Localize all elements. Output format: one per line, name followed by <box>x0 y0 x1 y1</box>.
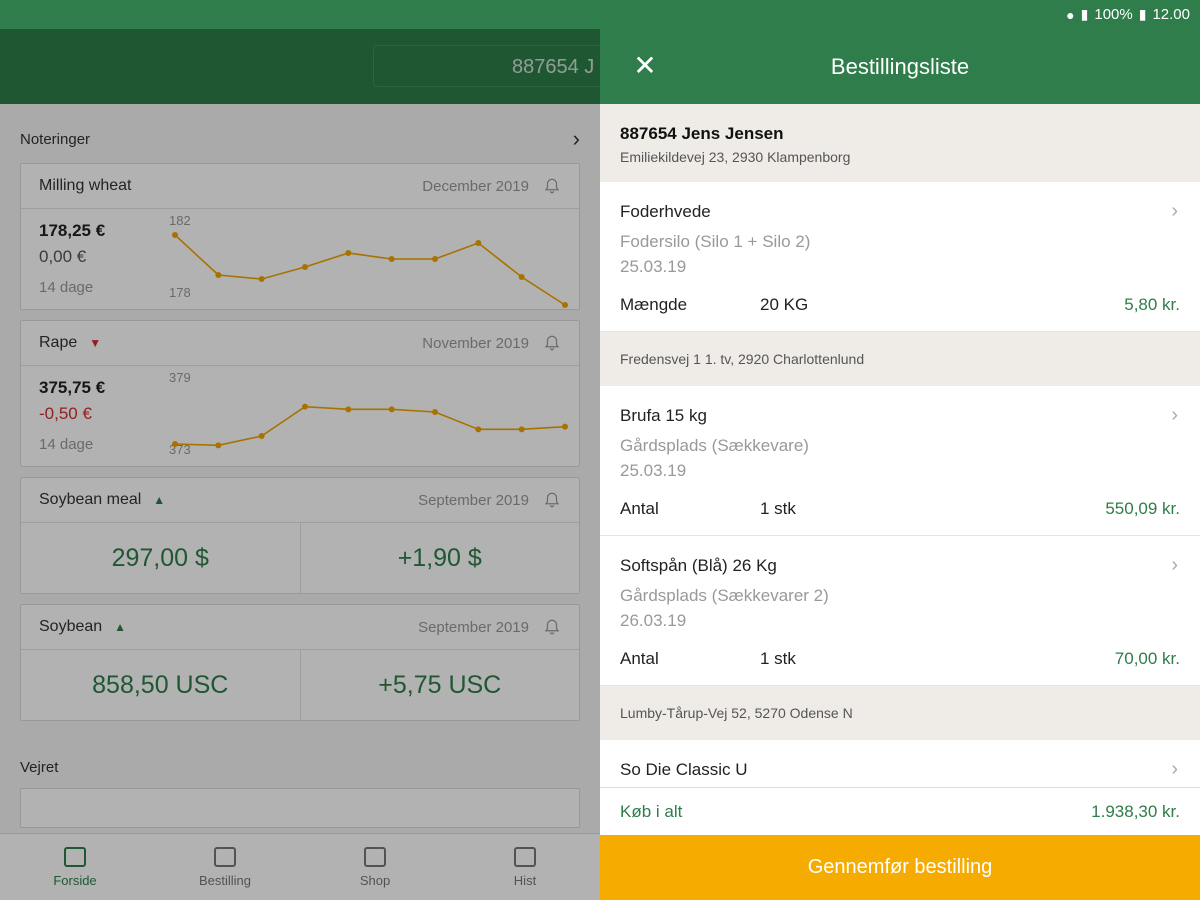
item-price: 70,00 kr. <box>1114 649 1180 668</box>
item-name: Brufa 15 kg <box>620 406 707 425</box>
quantity-value: 20 KG <box>760 295 809 314</box>
order-item[interactable]: Softspån (Blå) 26 Kg Gårdsplads (Sækkeva… <box>600 536 1200 686</box>
item-quantity-row: Mængde 20 KG 5,80 kr. <box>620 295 1180 315</box>
item-price: 5,80 kr. <box>1124 295 1180 314</box>
total-label: Køb i alt <box>620 801 683 821</box>
customer-address: Emiliekildevej 23, 2930 Klampenborg <box>620 149 851 165</box>
item-location: Gårdsplads (Sækkevare) <box>620 436 809 455</box>
item-price: 550,09 kr. <box>1105 499 1180 518</box>
delivery-address-header: Fredensvej 1 1. tv, 2920 Charlottenlund <box>600 332 1200 386</box>
item-date: 25.03.19 <box>620 461 687 480</box>
status-bar: ● ▮ 100% ▮ 12.00 <box>0 0 1200 29</box>
location-icon: ● <box>1066 6 1075 23</box>
item-quantity-row: Antal 1 stk 550,09 kr. <box>620 499 1180 519</box>
complete-order-button[interactable]: Gennemfør bestilling <box>600 835 1200 900</box>
close-icon[interactable]: ✕ <box>630 51 660 81</box>
drawer-title: Bestillingsliste <box>830 53 970 79</box>
item-date: 25.03.19 <box>620 257 687 276</box>
item-location: Fodersilo (Silo 1 + Silo 2) <box>620 232 811 251</box>
chevron-right-icon: › <box>1171 554 1178 576</box>
total-value: 1.938,30 kr. <box>1091 801 1180 821</box>
chevron-right-icon: › <box>1171 200 1178 222</box>
quantity-value: 1 stk <box>760 499 796 518</box>
item-name: Softspån (Blå) 26 Kg <box>620 556 777 575</box>
quantity-label: Mængde <box>620 295 688 314</box>
chevron-right-icon: › <box>1171 758 1178 780</box>
item-location: Gårdsplads (Sækkevarer 2) <box>620 586 829 605</box>
item-name: Foderhvede <box>620 202 711 221</box>
delivery-address-header: Lumby-Tårup-Vej 52, 5270 Odense N <box>600 686 1200 740</box>
signal-icon: ▮ <box>1080 6 1089 22</box>
customer-name: 887654 Jens Jensen <box>620 124 784 143</box>
battery-icon: ▮ <box>1138 6 1147 22</box>
drawer-header: ✕ Bestillingsliste <box>600 29 1200 104</box>
scrim-overlay[interactable] <box>0 29 600 900</box>
item-date: 26.03.19 <box>620 611 687 630</box>
order-list-drawer: ✕ Bestillingsliste 887654 Jens Jensen Em… <box>600 29 1200 900</box>
item-name: So Die Classic U <box>620 760 748 779</box>
item-quantity-row: Antal 1 stk 70,00 kr. <box>620 649 1180 669</box>
quantity-value: 1 stk <box>760 649 796 668</box>
chevron-right-icon: › <box>1171 404 1178 426</box>
customer-info: 887654 Jens Jensen Emiliekildevej 23, 29… <box>600 104 1200 182</box>
quantity-label: Antal <box>620 649 659 668</box>
clock: 12.00 <box>1152 6 1190 23</box>
order-item[interactable]: Brufa 15 kg Gårdsplads (Sækkevare) 25.03… <box>600 386 1200 536</box>
order-item[interactable]: So Die Classic U › <box>600 740 1200 788</box>
battery-level: 100% <box>1094 6 1133 23</box>
quantity-label: Antal <box>620 499 659 518</box>
order-total: Køb i alt 1.938,30 kr. <box>600 787 1200 835</box>
order-item[interactable]: Foderhvede Fodersilo (Silo 1 + Silo 2) 2… <box>600 182 1200 332</box>
